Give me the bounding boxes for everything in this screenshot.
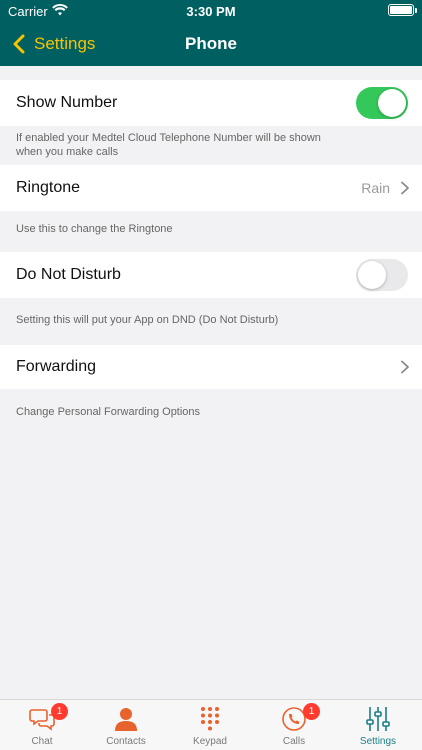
dnd-footnote: Setting this will put your App on DND (D… xyxy=(16,314,279,326)
show-number-footnote: If enabled your Medtel Cloud Telephone N… xyxy=(16,131,406,159)
ringtone-row[interactable]: Ringtone Rain xyxy=(0,165,422,211)
battery-icon xyxy=(388,4,417,16)
forwarding-label: Forwarding xyxy=(16,358,97,375)
tab-keypad[interactable]: Keypad xyxy=(168,700,252,750)
clock: 3:30 PM xyxy=(186,4,236,19)
tab-calls[interactable]: 1 Calls xyxy=(252,700,336,750)
toggle-knob xyxy=(378,89,406,117)
ringtone-footnote: Use this to change the Ringtone xyxy=(16,223,173,235)
show-number-toggle[interactable] xyxy=(356,87,408,119)
dnd-row: Do Not Disturb xyxy=(0,252,422,298)
show-number-row: Show Number xyxy=(0,80,422,126)
settings-list: Show Number If enabled your Medtel Cloud… xyxy=(0,66,422,699)
ringtone-label: Ringtone xyxy=(16,179,81,196)
tab-keypad-label: Keypad xyxy=(193,736,227,747)
calls-badge: 1 xyxy=(303,703,320,720)
chevron-right-icon xyxy=(401,360,409,374)
dnd-toggle[interactable] xyxy=(356,259,408,291)
tab-chat[interactable]: 1 Chat xyxy=(0,700,84,750)
ringtone-value: Rain xyxy=(361,180,390,196)
forwarding-row[interactable]: Forwarding xyxy=(0,345,422,389)
keypad-icon xyxy=(201,707,219,731)
status-bar: Carrier 3:30 PM xyxy=(0,0,422,22)
settings-sliders-icon xyxy=(366,707,390,731)
tab-bar: 1 Chat Contacts Keypad 1 Calls Settings xyxy=(0,699,422,750)
dnd-label: Do Not Disturb xyxy=(16,266,121,283)
tab-settings-label: Settings xyxy=(359,736,397,747)
tab-chat-label: Chat xyxy=(31,736,53,747)
chevron-right-icon xyxy=(401,181,409,195)
contacts-icon xyxy=(115,708,137,731)
tab-contacts-label: Contacts xyxy=(106,736,146,747)
tab-contacts[interactable]: Contacts xyxy=(84,700,168,750)
page-title: Phone xyxy=(185,34,237,53)
navigation-bar: Settings Phone xyxy=(0,22,422,66)
show-number-footnote-line1: If enabled your Medtel Cloud Telephone N… xyxy=(16,132,321,144)
chat-badge: 1 xyxy=(51,703,68,720)
toggle-knob xyxy=(358,261,386,289)
show-number-footnote-line2: when you make calls xyxy=(16,146,119,158)
tab-calls-label: Calls xyxy=(282,736,306,747)
tab-settings[interactable]: Settings xyxy=(336,700,420,750)
forwarding-footnote: Change Personal Forwarding Options xyxy=(16,406,201,418)
show-number-label: Show Number xyxy=(16,94,118,111)
